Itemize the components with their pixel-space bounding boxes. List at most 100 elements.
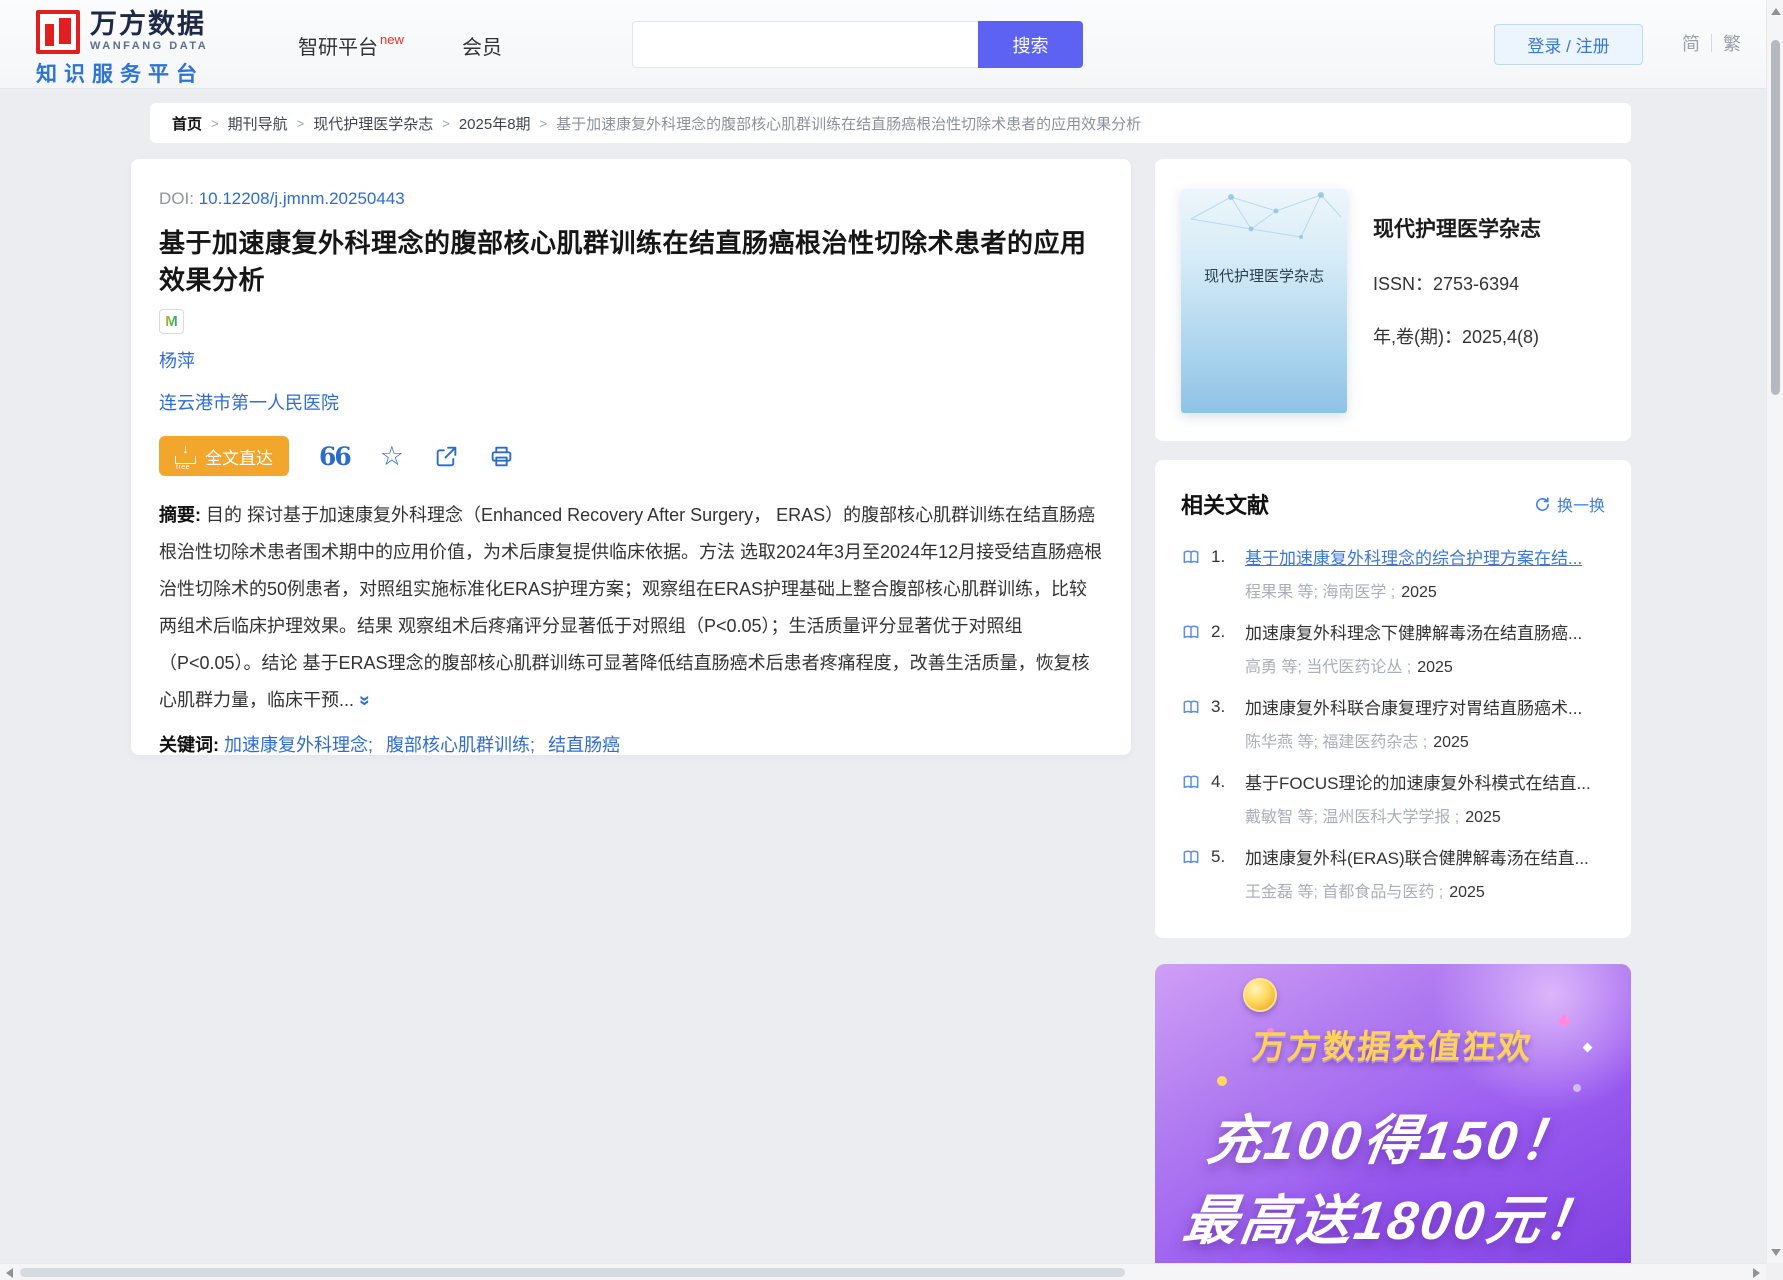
issn-value: 2753-6394 [1433,274,1520,294]
scroll-down-arrow[interactable] [1771,1249,1781,1256]
keyword-link[interactable]: 加速康复外科理念; [224,735,373,755]
vertical-scroll-thumb[interactable] [1771,40,1780,395]
volume-value: 2025,4(8) [1462,327,1540,347]
breadcrumb-separator: > [442,115,450,131]
related-item-number: 2. [1211,621,1226,641]
breadcrumb: 首页 > 期刊导航 > 现代护理医学杂志 > 2025年8期 > 基于加速康复外… [150,103,1631,143]
vertical-scrollbar[interactable] [1766,0,1783,1280]
top-header: 万方数据 WANFANG DATA 知识服务平台 智研平台 new 会员 搜索 登… [0,0,1783,89]
author-link[interactable]: 杨萍 [159,347,1103,373]
related-item-year: 2025 [1417,659,1453,676]
related-item-year: 2025 [1433,734,1469,751]
journal-card: 现代护理医学杂志 现代护理医学杂志 ISSN：2753-6394 年,卷(期)：… [1155,159,1631,441]
new-badge: new [380,32,404,47]
favorite-star-icon[interactable]: ☆ [380,442,404,470]
related-item-link[interactable]: 加速康复外科联合康复理疗对胃结直肠癌术... [1245,694,1582,719]
print-icon[interactable] [489,444,514,469]
doi-link[interactable]: 10.12208/j.jmnm.20250443 [199,189,405,208]
cite-icon[interactable]: 66 [319,442,352,471]
scrollbar-corner [1766,1263,1783,1280]
search-box: 搜索 [632,21,1083,68]
related-item: 5. 加速康复外科(ERAS)联合健脾解毒汤在结直... 王金磊 等; 首都食品… [1181,844,1605,902]
breadcrumb-home[interactable]: 首页 [172,113,202,134]
related-item-number: 3. [1211,696,1226,716]
related-item-meta: 程果果 等; 海南医学 ; [1245,584,1396,601]
related-item-year: 2025 [1449,884,1485,901]
affiliation-link[interactable]: 连云港市第一人民医院 [159,389,1103,415]
related-item-year: 2025 [1401,584,1437,601]
scroll-up-arrow[interactable] [1771,8,1781,15]
horizontal-scroll-thumb[interactable] [20,1268,1125,1277]
related-item-meta: 高勇 等; 当代医药论丛 ; [1245,659,1412,676]
refresh-related-button[interactable]: 换一换 [1534,492,1605,516]
login-register-button[interactable]: 登录 / 注册 [1494,24,1643,65]
scroll-right-arrow[interactable] [1753,1268,1760,1278]
breadcrumb-issue[interactable]: 2025年8期 [459,113,531,134]
related-item-link[interactable]: 基于FOCUS理论的加速康复外科模式在结直... [1245,769,1591,794]
brand-name: 万方数据 [90,9,206,39]
journal-cover[interactable]: 现代护理医学杂志 [1181,189,1347,413]
breadcrumb-journal-nav[interactable]: 期刊导航 [228,113,288,134]
scroll-left-arrow[interactable] [6,1268,13,1278]
fulltext-button[interactable]: ↓ free 全文直达 [159,436,289,476]
related-item-meta: 戴敏智 等; 温州医科大学学报 ; [1245,809,1460,826]
book-icon [1183,850,1199,863]
refresh-icon [1536,496,1549,511]
gold-coin-icon [1243,978,1277,1012]
related-item-link[interactable]: 加速康复外科(ERAS)联合健脾解毒汤在结直... [1245,844,1589,869]
related-item: 3. 加速康复外科联合康复理疗对胃结直肠癌术... 陈华燕 等; 福建医药杂志 … [1181,694,1605,752]
keyword-link[interactable]: 结直肠癌 [548,735,620,755]
banner-offer-line2: 最高送1800元！ [1179,1191,1606,1251]
search-input[interactable] [632,21,978,68]
search-button[interactable]: 搜索 [978,21,1083,68]
related-item: 2. 加速康复外科理念下健脾解毒汤在结直肠癌... 高勇 等; 当代医药论丛 ;… [1181,619,1605,677]
article-title: 基于加速康复外科理念的腹部核心肌群训练在结直肠癌根治性切除术患者的应用效果分析 [159,228,1087,295]
journal-name[interactable]: 现代护理医学杂志 [1373,213,1541,243]
confetti-dot [1573,1084,1581,1092]
breadcrumb-separator: > [539,115,548,131]
related-item-number: 1. [1211,546,1226,566]
book-icon [1183,775,1199,788]
related-title: 相关文献 [1181,493,1270,518]
confetti-dot [1217,1076,1227,1086]
related-item-meta: 陈华燕 等; 福建医药杂志 ; [1245,734,1428,751]
keywords-label: 关键词: [159,735,219,755]
banner-offer-line1: 充100得150！ [1203,1111,1582,1171]
share-icon[interactable] [434,444,459,469]
journal-cover-title: 现代护理医学杂志 [1203,268,1324,285]
brand-name-en: WANFANG DATA [90,40,209,52]
abstract-text: 摘要: 目的 探讨基于加速康复外科理念（Enhanced Recovery Af… [159,505,1103,710]
wanfang-logo[interactable]: 万方数据 WANFANG DATA 知识服务平台 [36,10,208,88]
related-item: 1. 基于加速康复外科理念的综合护理方案在结... 程果果 等; 海南医学 ; 2… [1181,544,1605,602]
book-icon [1183,700,1199,713]
breadcrumb-current: 基于加速康复外科理念的腹部核心肌群训练在结直肠癌根治性切除术患者的应用效果分析 [556,115,1142,133]
banner-title: 万方数据充值狂欢 [1250,1028,1535,1065]
related-item-number: 5. [1211,846,1226,866]
book-icon [1183,550,1199,563]
keyword-link[interactable]: 腹部核心肌群训练; [386,735,535,755]
related-item: 4. 基于FOCUS理论的加速康复外科模式在结直... 戴敏智 等; 温州医科大… [1181,769,1605,827]
related-item-link[interactable]: 加速康复外科理念下健脾解毒汤在结直肠癌... [1245,619,1582,644]
issn-label: ISSN： [1373,274,1434,294]
free-download-icon: ↓ free [175,441,196,471]
keywords-row: 关键词: 加速康复外科理念; 腹部核心肌群训练; 结直肠癌 [159,731,1103,755]
nav-zhiyan-platform[interactable]: 智研平台 new [298,31,404,60]
breadcrumb-journal[interactable]: 现代护理医学杂志 [313,113,433,134]
breadcrumb-separator: > [296,115,305,131]
book-icon [1183,625,1199,638]
medlive-badge[interactable]: M [159,309,184,334]
wanfang-logo-icon [36,10,80,54]
lang-traditional[interactable]: 繁 [1723,30,1741,56]
brand-tagline: 知识服务平台 [36,63,204,86]
lang-simplified[interactable]: 简 [1682,30,1700,56]
related-item-link[interactable]: 基于加速康复外科理念的综合护理方案在结... [1245,544,1582,569]
horizontal-scrollbar[interactable] [0,1263,1766,1280]
nav-member[interactable]: 会员 [462,31,502,60]
doi-label: DOI: [159,189,194,208]
related-item-number: 4. [1211,771,1226,791]
article-card: DOI: 10.12208/j.jmnm.20250443 基于加速康复外科理念… [131,159,1131,755]
related-item-meta: 王金磊 等; 首都食品与医药 ; [1245,884,1444,901]
expand-abstract-icon[interactable]: » [346,695,383,706]
recharge-promo-banner[interactable]: 万方数据充值狂欢 充100得150！ 最高送1800元！ [1155,964,1631,1280]
related-item-year: 2025 [1465,809,1501,826]
